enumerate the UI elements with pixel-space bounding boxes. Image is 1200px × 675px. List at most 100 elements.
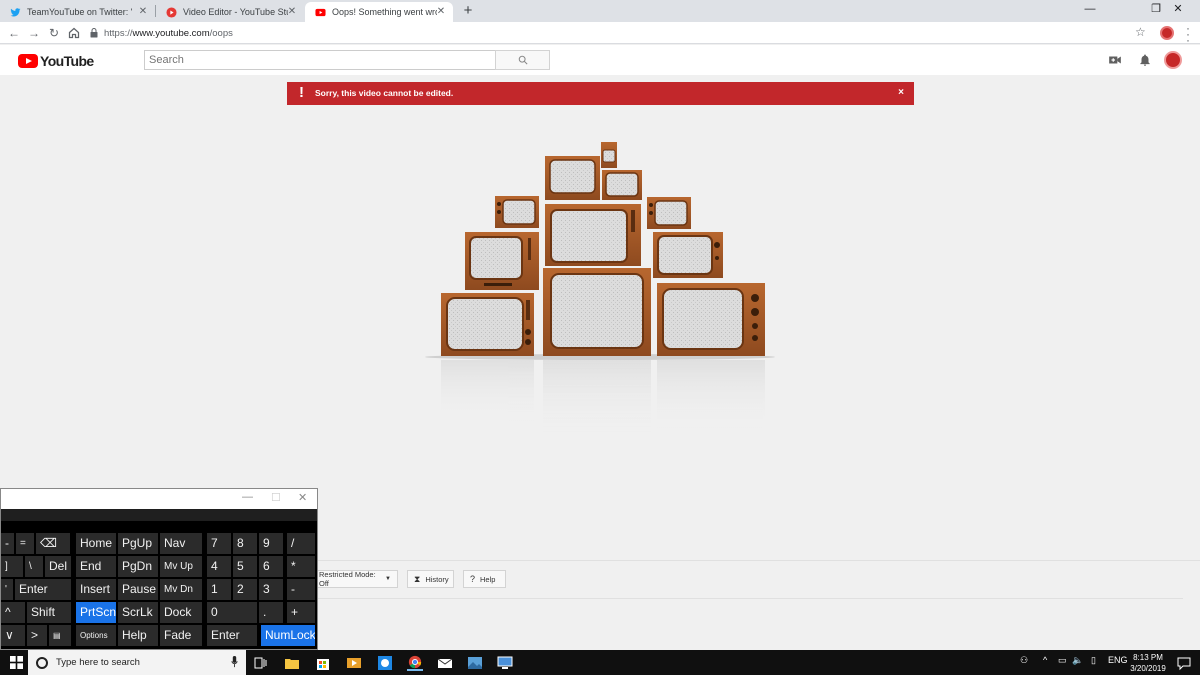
- microphone-icon[interactable]: [231, 656, 238, 668]
- minimize-button[interactable]: —: [1068, 0, 1112, 20]
- close-tab-icon[interactable]: ✕: [286, 6, 298, 18]
- key[interactable]: -: [1, 533, 14, 554]
- show-hidden-icons-chevron[interactable]: ^: [1043, 655, 1047, 665]
- key-insert[interactable]: Insert: [76, 579, 116, 600]
- key-9[interactable]: 9: [259, 533, 283, 554]
- mail-icon[interactable]: [437, 655, 453, 671]
- history-button[interactable]: ⧗ History: [407, 570, 454, 588]
- tab-twitter[interactable]: TeamYouTube on Twitter: "We'd ✕: [0, 2, 155, 22]
- key-up-arrow[interactable]: ^: [1, 602, 25, 623]
- key-pgdn[interactable]: PgDn: [118, 556, 158, 577]
- task-view-icon[interactable]: [252, 655, 268, 671]
- key-minus[interactable]: -: [287, 579, 315, 600]
- key-multiply[interactable]: *: [287, 556, 315, 577]
- action-center-icon[interactable]: [1176, 655, 1192, 671]
- key-3[interactable]: 3: [259, 579, 283, 600]
- youtube-logo[interactable]: YouTube: [18, 53, 94, 69]
- osk-maximize-button[interactable]: ☐: [271, 491, 281, 504]
- backspace-key[interactable]: ⌫: [36, 533, 70, 554]
- battery-icon[interactable]: ▯: [1091, 655, 1096, 666]
- key-fade[interactable]: Fade: [160, 625, 202, 646]
- bookmark-star-icon[interactable]: ☆: [1135, 25, 1146, 39]
- key[interactable]: =: [16, 533, 34, 554]
- search-input[interactable]: [144, 50, 496, 70]
- lock-icon: [90, 28, 98, 38]
- key-pause[interactable]: Pause: [118, 579, 158, 600]
- key-pgup[interactable]: PgUp: [118, 533, 158, 554]
- key-decimal[interactable]: .: [259, 602, 283, 623]
- key-end[interactable]: End: [76, 556, 116, 577]
- volume-icon[interactable]: 🔈: [1072, 655, 1083, 666]
- key-6[interactable]: 6: [259, 556, 283, 577]
- key-menu[interactable]: ▤: [49, 625, 71, 646]
- hourglass-icon: ⧗: [414, 573, 421, 584]
- close-tab-icon[interactable]: ✕: [137, 6, 149, 18]
- close-window-button[interactable]: ✕: [1156, 0, 1200, 20]
- taskbar-clock[interactable]: 8:13 PM 3/20/2019: [1128, 652, 1168, 674]
- key[interactable]: ]: [1, 556, 23, 577]
- key-shift[interactable]: Shift: [27, 602, 71, 623]
- key-down-arrow[interactable]: ∨: [1, 625, 25, 646]
- url-path: /oops: [209, 27, 233, 39]
- back-arrow-icon[interactable]: ←: [6, 25, 22, 41]
- close-tab-icon[interactable]: ✕: [435, 6, 447, 18]
- tab-video-editor[interactable]: Video Editor - YouTube Studio ✕: [156, 2, 304, 22]
- close-banner-icon[interactable]: ×: [898, 87, 904, 98]
- key-prtscn[interactable]: PrtScn: [76, 602, 116, 623]
- media-player-icon[interactable]: [346, 655, 362, 671]
- key-4[interactable]: 4: [207, 556, 231, 577]
- account-avatar[interactable]: [1164, 51, 1182, 69]
- file-explorer-icon[interactable]: [284, 655, 300, 671]
- photos-icon[interactable]: [467, 655, 483, 671]
- home-icon[interactable]: [66, 25, 82, 41]
- key-7[interactable]: 7: [207, 533, 231, 554]
- youtube-icon: [166, 6, 177, 18]
- app-icon[interactable]: [377, 655, 393, 671]
- key[interactable]: ': [1, 579, 13, 600]
- notifications-bell-icon[interactable]: [1138, 53, 1152, 67]
- key-0[interactable]: 0: [207, 602, 257, 623]
- key-plus[interactable]: +: [287, 602, 315, 623]
- people-icon[interactable]: ⚇: [1020, 655, 1028, 666]
- key-numpad-enter[interactable]: Enter: [207, 625, 257, 646]
- key-help[interactable]: Help: [118, 625, 158, 646]
- chrome-menu-icon[interactable]: · · ·: [1184, 22, 1192, 46]
- key-right-arrow[interactable]: >: [27, 625, 47, 646]
- key-2[interactable]: 2: [233, 579, 257, 600]
- key[interactable]: \: [25, 556, 43, 577]
- address-bar[interactable]: https://www.youtube.com/oops: [90, 25, 1130, 41]
- network-icon[interactable]: ▭: [1058, 655, 1067, 666]
- key-options[interactable]: Options: [76, 625, 116, 646]
- exclamation-icon: !: [299, 84, 304, 101]
- windows-start-icon[interactable]: [10, 656, 23, 669]
- key-nav[interactable]: Nav: [160, 533, 202, 554]
- profile-avatar[interactable]: [1160, 26, 1174, 40]
- osk-close-button[interactable]: ✕: [298, 491, 307, 504]
- store-icon[interactable]: [315, 655, 331, 671]
- key-5[interactable]: 5: [233, 556, 257, 577]
- key-dock[interactable]: Dock: [160, 602, 202, 623]
- input-language[interactable]: ENG: [1108, 655, 1128, 665]
- reload-icon[interactable]: ↻: [46, 25, 62, 41]
- remote-desktop-icon[interactable]: [497, 655, 513, 671]
- search-button[interactable]: [495, 50, 550, 70]
- key-numlock[interactable]: NumLock: [261, 625, 315, 646]
- key-8[interactable]: 8: [233, 533, 257, 554]
- key-del[interactable]: Del: [45, 556, 71, 577]
- create-video-icon[interactable]: [1108, 53, 1122, 67]
- new-tab-button[interactable]: +: [460, 3, 476, 19]
- chrome-icon[interactable]: [407, 655, 423, 671]
- key-1[interactable]: 1: [207, 579, 231, 600]
- key-enter[interactable]: Enter: [15, 579, 71, 600]
- key-divide[interactable]: /: [287, 533, 315, 554]
- key-mv-up[interactable]: Mv Up: [160, 556, 202, 577]
- osk-minimize-button[interactable]: —: [242, 491, 253, 503]
- key-home[interactable]: Home: [76, 533, 116, 554]
- restricted-mode-button[interactable]: Restricted Mode: Off ▼: [312, 570, 398, 588]
- forward-arrow-icon[interactable]: →: [26, 25, 42, 41]
- taskbar-search-box[interactable]: Type here to search: [28, 650, 246, 675]
- help-button[interactable]: ? Help: [463, 570, 506, 588]
- key-scrlk[interactable]: ScrLk: [118, 602, 158, 623]
- tab-oops[interactable]: Oops! Something went wrong. ✕: [305, 2, 453, 22]
- key-mv-dn[interactable]: Mv Dn: [160, 579, 202, 600]
